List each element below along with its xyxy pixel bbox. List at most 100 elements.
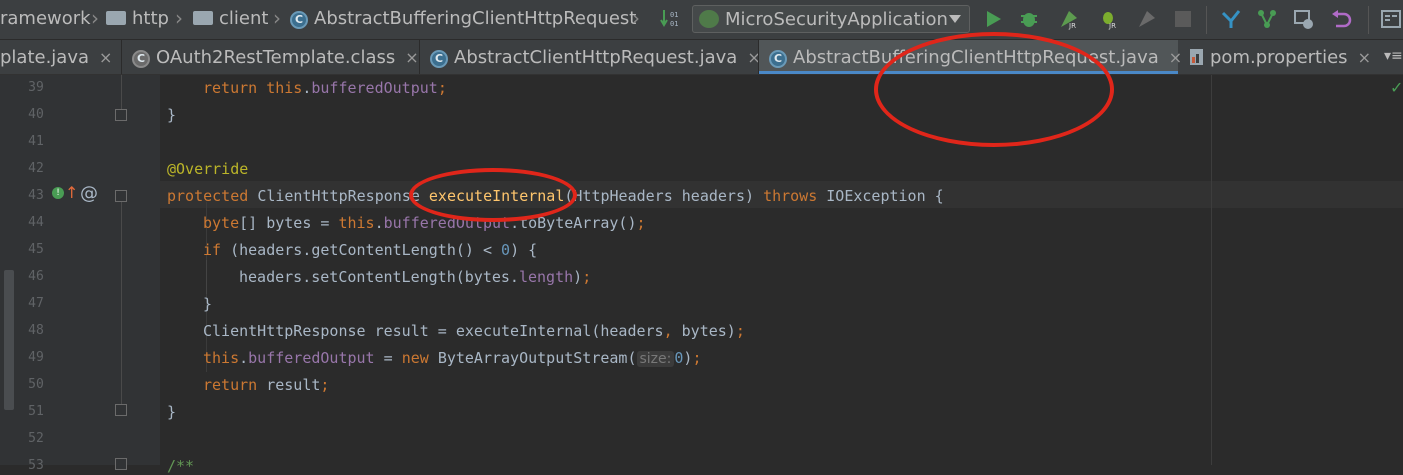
token: protected: [167, 187, 258, 205]
class-icon: C: [430, 50, 448, 68]
class-icon: C: [769, 50, 787, 68]
project-structure-icon[interactable]: [1380, 8, 1402, 30]
line-number: 53: [28, 458, 44, 473]
token: ;: [437, 79, 447, 97]
line-number: 47: [28, 296, 44, 311]
build-icon[interactable]: 01 01: [660, 8, 682, 30]
rollback-icon[interactable]: [1330, 8, 1352, 30]
code-line-47: }: [203, 295, 213, 313]
class-icon: C: [290, 11, 308, 29]
line-number: 41: [28, 134, 44, 149]
run-configuration-select[interactable]: MicroSecurityApplication: [692, 5, 970, 33]
svg-text:JR: JR: [1068, 22, 1076, 30]
token: ,: [663, 322, 682, 340]
line-number: 39: [28, 80, 44, 95]
breadcrumb-item-client[interactable]: client: [193, 8, 268, 29]
line-number: 50: [28, 377, 44, 392]
run-with-jrebel-icon[interactable]: JR: [1058, 8, 1080, 30]
token: =: [374, 349, 402, 367]
token: byte: [203, 214, 240, 232]
token: ClientHttpResponse: [257, 187, 429, 205]
code-line-51: }: [167, 403, 177, 421]
profile-icon[interactable]: [1136, 8, 1158, 30]
token: ByteArrayOutputStream(: [437, 349, 637, 367]
svg-text:JR: JR: [1108, 22, 1116, 30]
code-editor[interactable]: return this.bufferedOutput; } @Override …: [160, 75, 1403, 475]
tab-abstract-client-http-request[interactable]: C AbstractClientHttpRequest.java ×: [420, 40, 761, 74]
token: /**: [167, 457, 195, 475]
class-file-icon: C: [132, 50, 150, 68]
properties-file-icon: [1190, 49, 1203, 65]
token: return: [203, 376, 267, 394]
debug-icon[interactable]: [1018, 8, 1040, 30]
fold-marker-icon[interactable]: [115, 458, 127, 470]
inspection-ok-icon[interactable]: ✓: [1390, 78, 1403, 97]
token: throws: [763, 187, 827, 205]
annotation-oval-method: [409, 168, 577, 222]
breadcrumb-separator-icon: ›: [632, 6, 640, 30]
token: return: [203, 79, 267, 97]
stop-icon[interactable]: [1172, 8, 1194, 30]
breadcrumb-label: http: [132, 8, 169, 29]
line-number: 46: [28, 269, 44, 284]
code-line-45: if (headers.getContentLength() < 0) {: [203, 241, 537, 259]
code-line-46: headers.setContentLength(bytes.length);: [239, 268, 591, 286]
overrides-arrow-icon[interactable]: ↑: [65, 183, 78, 202]
breadcrumb-item-http[interactable]: http: [106, 8, 169, 29]
spring-boot-icon: [699, 10, 719, 28]
close-icon[interactable]: ×: [405, 48, 418, 67]
token: ClientHttpResponse result = executeInter…: [203, 322, 664, 340]
breadcrumb-item-framework[interactable]: ramework: [0, 8, 91, 29]
fold-guide: [121, 202, 122, 404]
line-number: 43: [28, 188, 44, 203]
scrollbar[interactable]: [4, 270, 14, 410]
tab-oauth2-rest-template[interactable]: C OAuth2RestTemplate.class ×: [122, 40, 420, 74]
vcs-history-icon[interactable]: [1292, 8, 1314, 30]
code-line-48: ClientHttpResponse result = executeInter…: [203, 322, 745, 340]
token: ;: [692, 349, 702, 367]
line-number: 45: [28, 242, 44, 257]
run-icon[interactable]: [982, 8, 1004, 30]
tab-label: pom.properties: [1210, 47, 1348, 68]
line-number: 44: [28, 215, 44, 230]
vcs-update-icon[interactable]: [1220, 8, 1242, 30]
tab-overflow-icon[interactable]: ▾≡: [1384, 48, 1403, 64]
token: ;: [320, 376, 330, 394]
debug-with-jrebel-icon[interactable]: JR: [1098, 8, 1120, 30]
chevron-down-icon: [949, 15, 961, 23]
token: length: [518, 268, 574, 286]
code-line-40: }: [167, 106, 177, 124]
close-icon[interactable]: ×: [99, 48, 112, 67]
code-line-42: @Override: [167, 160, 248, 178]
token: [] bytes =: [239, 214, 339, 232]
annotation-marker-icon: @: [80, 183, 98, 204]
token: this: [338, 214, 375, 232]
token: this: [266, 79, 303, 97]
tab-label: plate.java: [0, 47, 90, 68]
folder-icon: [106, 11, 126, 25]
fold-marker-icon[interactable]: [115, 404, 127, 416]
fold-marker-icon[interactable]: [115, 109, 127, 121]
svg-text:01: 01: [670, 11, 678, 19]
breadcrumb-separator-icon: ›: [273, 6, 281, 30]
run-configuration-label: MicroSecurityApplication: [725, 9, 948, 30]
token: headers.setContentLength(bytes.: [239, 268, 519, 286]
token: result: [266, 376, 321, 394]
code-line-39: return this.bufferedOutput;: [203, 79, 447, 97]
code-line-49: this.bufferedOutput = new ByteArrayOutpu…: [203, 349, 701, 367]
code-line-50: return result;: [203, 376, 329, 394]
token: bytes): [681, 322, 736, 340]
token: (HttpHeaders headers): [564, 187, 764, 205]
vcs-commit-icon[interactable]: [1256, 8, 1278, 30]
tab-plate-java[interactable]: plate.java ×: [0, 40, 122, 74]
annotation-oval-tab: [874, 32, 1114, 147]
breadcrumb-item-class[interactable]: C AbstractBufferingClientHttpRequest: [290, 8, 636, 29]
tab-pom-properties[interactable]: pom.properties ×: [1178, 40, 1378, 74]
breadcrumb-label: AbstractBufferingClientHttpRequest: [314, 8, 637, 29]
line-number: 49: [28, 350, 44, 365]
token: @Override: [167, 160, 249, 178]
fold-marker-icon[interactable]: [115, 190, 127, 202]
line-number: 52: [28, 431, 44, 446]
implements-icon[interactable]: !: [52, 187, 64, 199]
close-icon[interactable]: ×: [1358, 48, 1371, 67]
